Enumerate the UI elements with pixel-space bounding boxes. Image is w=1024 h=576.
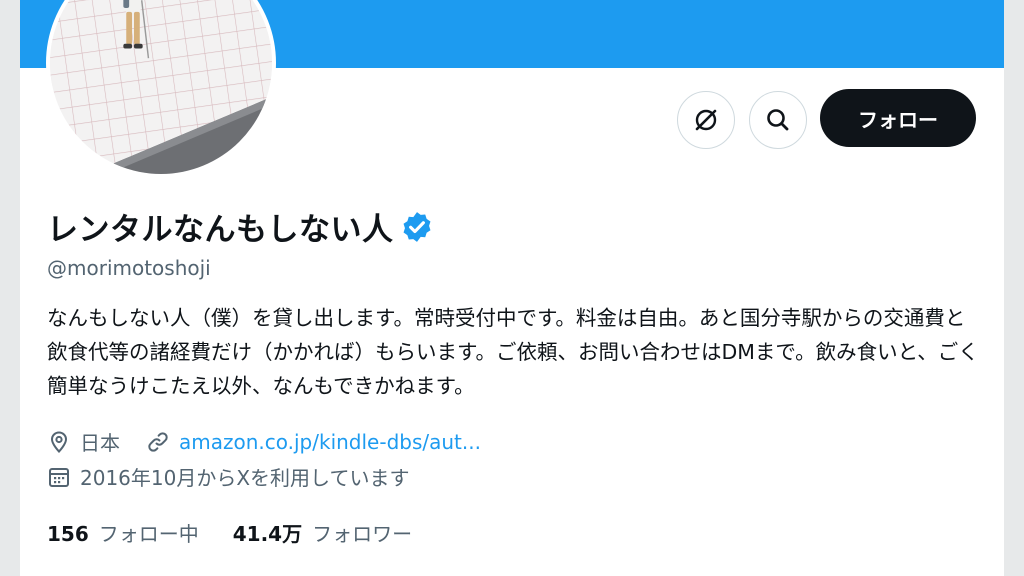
display-name: レンタルなんもしない人 <box>47 212 394 248</box>
profile-avatar[interactable] <box>46 0 276 178</box>
profile-website-link[interactable]: amazon.co.jp/kindle-dbs/aut... <box>179 430 481 454</box>
profile-meta-row: 日本 amazon.co.jp/kindle-dbs/aut... <box>47 427 481 456</box>
calendar-icon <box>49 467 69 487</box>
followers-link[interactable]: 41.4万 フォロワー <box>233 518 412 547</box>
grok-icon <box>695 109 717 131</box>
verified-badge-icon[interactable] <box>400 210 434 244</box>
follow-stats: 156 フォロー中 41.4万 フォロワー <box>47 518 412 547</box>
link-icon <box>148 431 168 452</box>
search-button[interactable] <box>749 91 807 149</box>
profile-joined-date: 2016年10月からXを利用しています <box>80 466 410 490</box>
avatar-photo <box>50 0 272 174</box>
following-link[interactable]: 156 フォロー中 <box>47 518 199 547</box>
search-icon <box>767 109 789 131</box>
profile-location: 日本 <box>80 431 120 455</box>
followers-label: フォロワー <box>312 522 413 546</box>
profile-bio: なんもしない人（僕）を貸し出します。常時受付中です。料金は自由。あと国分寺駅から… <box>47 306 979 398</box>
location-icon <box>50 430 68 453</box>
profile-joined-row: 2016年10月からXを利用しています <box>47 462 409 491</box>
follow-button[interactable]: フォロー <box>820 89 976 147</box>
profile-handle: @morimotoshoji <box>47 256 211 280</box>
profile-name-row: レンタルなんもしない人 <box>47 204 434 249</box>
grok-button[interactable] <box>677 91 735 149</box>
following-count: 156 <box>47 522 89 546</box>
followers-count: 41.4万 <box>232 522 303 546</box>
profile-card: フォロー レンタルなんもしない人 @morimotoshoji なんもしない人（… <box>20 0 1004 576</box>
following-label: フォロー中 <box>98 522 199 546</box>
